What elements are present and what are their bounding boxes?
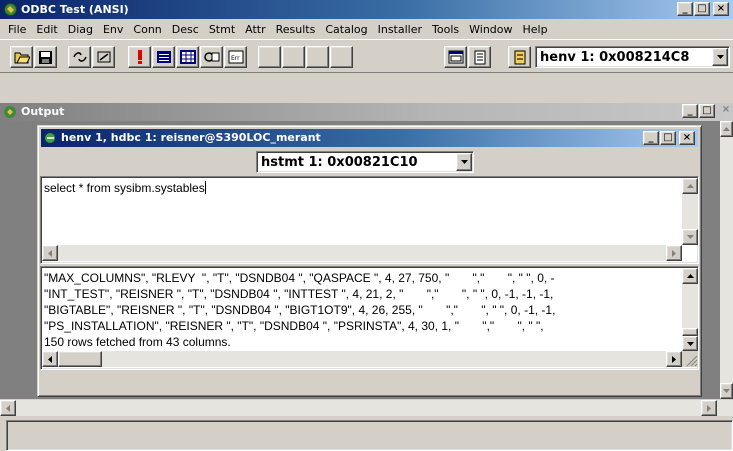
app-titlebar[interactable]: ODBC Test (ANSI) _ □ × (0, 0, 733, 19)
document-icon[interactable] (468, 46, 491, 68)
henv-select[interactable]: henv 1: 0x008214C8 (535, 46, 730, 68)
output-close-button[interactable]: × (718, 104, 733, 118)
scroll-left-arrow-icon[interactable] (0, 400, 16, 416)
connection-icon (45, 133, 55, 143)
close-button[interactable]: × (713, 2, 729, 16)
hstmt-select-value: hstmt 1: 0x00821C10 (261, 155, 418, 170)
chevron-down-icon[interactable] (712, 48, 728, 66)
scroll-down-arrow-icon[interactable] (682, 229, 698, 245)
sql-input-text: select * from sysibm.systables (44, 181, 206, 195)
scroll-right-arrow-icon[interactable] (666, 245, 682, 261)
maximize-button[interactable]: □ (694, 2, 710, 16)
text-cursor (204, 181, 206, 194)
result-row: "BIGTABLE", "REISNER ", "T", "DSNDB04 ",… (44, 303, 556, 317)
menu-env[interactable]: Env (98, 23, 128, 36)
henv-select-value: henv 1: 0x008214C8 (540, 50, 690, 65)
menu-installer[interactable]: Installer (373, 23, 427, 36)
sql-horizontal-scrollbar[interactable] (42, 245, 682, 261)
odbc-app-icon (4, 3, 17, 16)
size-grip-icon[interactable] (682, 351, 698, 367)
menu-tools[interactable]: Tools (427, 23, 464, 36)
rules-icon[interactable] (508, 46, 531, 68)
menu-stmt[interactable]: Stmt (204, 23, 240, 36)
blank-button[interactable] (258, 46, 281, 68)
data-link-icon[interactable] (200, 46, 223, 68)
menu-attr[interactable]: Attr (240, 23, 270, 36)
hstmt-select[interactable]: hstmt 1: 0x00821C10 (256, 151, 474, 173)
results-horizontal-scrollbar[interactable] (42, 351, 682, 367)
scroll-up-arrow-icon[interactable] (720, 121, 733, 137)
toolbar: Err henv 1: 0x008214C8 (0, 39, 733, 73)
menu-catalog[interactable]: Catalog (320, 23, 372, 36)
error-icon[interactable] (128, 46, 151, 68)
menu-edit[interactable]: Edit (31, 23, 62, 36)
scroll-down-arrow-icon[interactable] (720, 383, 733, 399)
menu-window[interactable]: Window (464, 23, 517, 36)
result-row: "PS_INSTALLATION", "REISNER ", "T", "DSN… (44, 319, 544, 333)
result-text-icon[interactable] (152, 46, 175, 68)
scroll-up-arrow-icon[interactable] (682, 268, 698, 284)
open-folder-icon[interactable] (10, 46, 33, 68)
output-minimize-button[interactable]: _ (682, 104, 698, 118)
sql-input[interactable]: select * from sysibm.systables (40, 176, 699, 264)
result-row: "MAX_COLUMNS", "RLEVY ", "T", "DSNDB04 "… (44, 271, 555, 285)
menu-results[interactable]: Results (271, 23, 321, 36)
connection-window-titlebar[interactable]: henv 1, hdbc 1: reisner@S390LOC_merant _… (41, 129, 698, 147)
menu-help[interactable]: Help (518, 23, 553, 36)
menu-desc[interactable]: Desc (167, 23, 204, 36)
output-horizontal-scrollbar[interactable] (0, 399, 733, 416)
connection-window-title: henv 1, hdbc 1: reisner@S390LOC_merant (61, 131, 321, 144)
menu-file[interactable]: File (3, 23, 31, 36)
grid-icon[interactable] (176, 46, 199, 68)
minimize-button[interactable]: _ (677, 2, 693, 16)
output-vertical-scrollbar[interactable] (720, 121, 733, 399)
output-window-icon (4, 106, 16, 118)
app-title: ODBC Test (ANSI) (21, 3, 129, 16)
scroll-left-arrow-icon[interactable] (42, 351, 58, 367)
connect-icon[interactable] (68, 46, 91, 68)
results-vertical-scrollbar[interactable] (682, 268, 698, 351)
results-output[interactable]: "MAX_COLUMNS", "RLEVY ", "T", "DSNDB04 "… (40, 266, 699, 370)
disconnect-icon[interactable] (92, 46, 115, 68)
result-row: "INT_TEST", "REISNER ", "T", "DSNDB04 ",… (44, 287, 554, 301)
output-window-title: Output (21, 105, 65, 118)
scroll-down-arrow-icon[interactable] (682, 336, 698, 351)
sql-input-value: select * from sysibm.systables (44, 181, 205, 195)
window-icon[interactable] (444, 46, 467, 68)
scroll-up-arrow-icon[interactable] (682, 178, 698, 194)
error-list-icon[interactable]: Err (224, 46, 247, 68)
output-maximize-button[interactable]: □ (699, 104, 715, 118)
save-disk-icon[interactable] (34, 46, 57, 68)
blank-button[interactable] (306, 46, 329, 68)
connection-window: henv 1, hdbc 1: reisner@S390LOC_merant _… (37, 125, 702, 397)
menu-conn[interactable]: Conn (128, 23, 166, 36)
conn-close-button[interactable]: × (679, 131, 695, 145)
svg-text:Err: Err (231, 55, 240, 62)
blank-button[interactable] (330, 46, 353, 68)
blank-button[interactable] (282, 46, 305, 68)
output-window-titlebar[interactable]: Output _ □ × (0, 103, 733, 121)
scroll-thumb[interactable] (682, 328, 698, 336)
status-bar (6, 420, 733, 451)
scroll-left-arrow-icon[interactable] (42, 245, 58, 261)
conn-maximize-button[interactable]: □ (660, 131, 676, 145)
scroll-right-arrow-icon[interactable] (666, 351, 682, 367)
menu-bar: File Edit Diag Env Conn Desc Stmt Attr R… (0, 19, 733, 39)
chevron-down-icon[interactable] (456, 153, 472, 171)
menu-diag[interactable]: Diag (63, 23, 98, 36)
scroll-thumb[interactable] (58, 351, 102, 367)
rows-fetched-summary: 150 rows fetched from 43 columns. (44, 335, 231, 349)
scroll-right-arrow-icon[interactable] (701, 400, 717, 416)
sql-vertical-scrollbar[interactable] (682, 178, 698, 245)
conn-minimize-button[interactable]: _ (643, 131, 659, 145)
